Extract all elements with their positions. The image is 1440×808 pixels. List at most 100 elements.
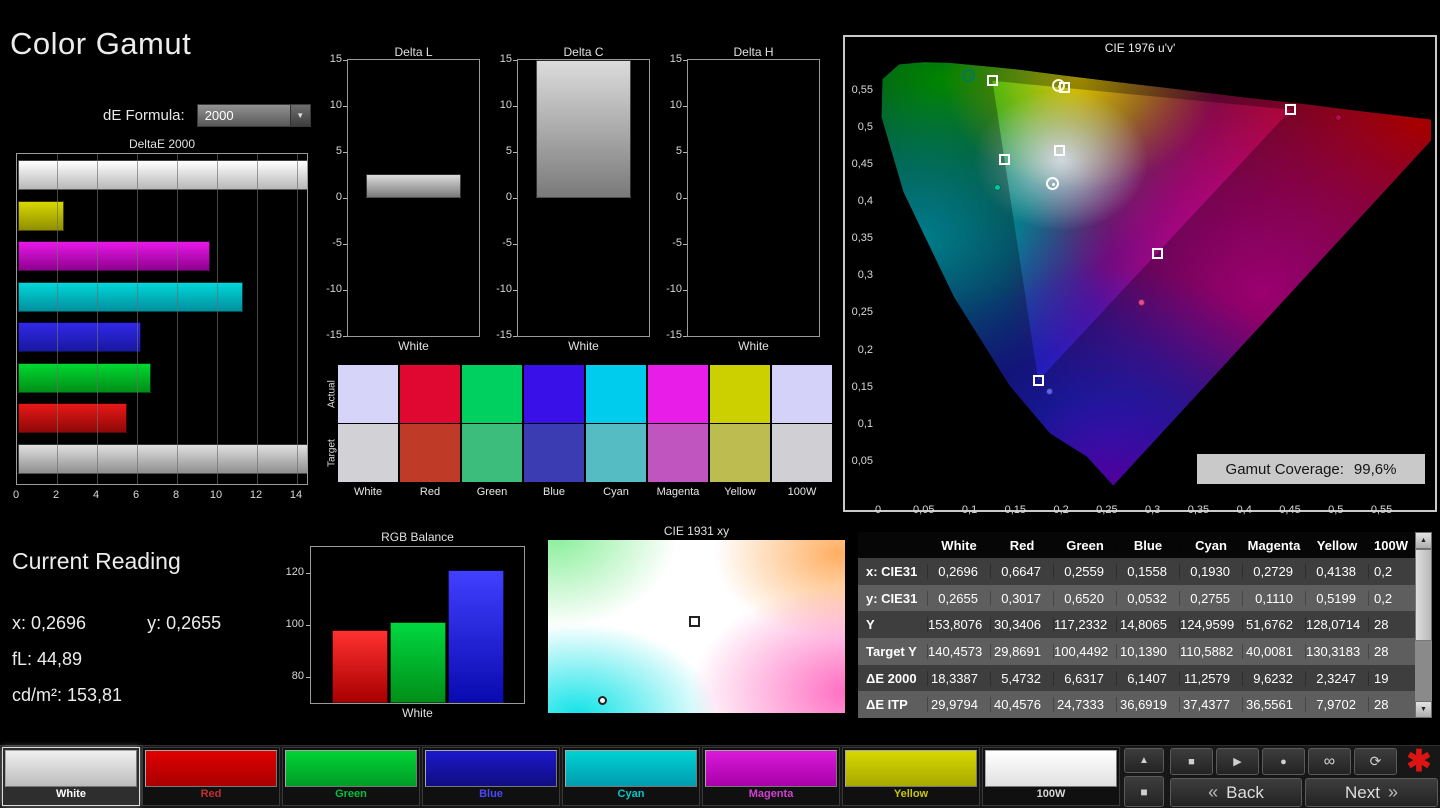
y-tick-mark xyxy=(343,244,347,245)
table-column-header: Cyan xyxy=(1180,537,1243,553)
measured-marker-white xyxy=(1046,177,1060,191)
delta-l-title: Delta L xyxy=(394,45,433,59)
table-row-header: Target Y xyxy=(858,643,928,659)
v-axis-tick-label: 0,55 xyxy=(851,83,873,96)
measured-marker-yellow xyxy=(1051,78,1065,92)
table-cell: 24,7333 xyxy=(1054,697,1117,713)
table-cell: 40,0081 xyxy=(1243,643,1306,659)
u-axis-tick-label: 0,4 xyxy=(1236,504,1252,516)
measured-marker-magenta xyxy=(1138,298,1146,306)
table-cell: 140,4573 xyxy=(928,643,991,659)
y-tick-label: 80 xyxy=(291,670,304,682)
measure-once-button[interactable]: ● xyxy=(1262,748,1305,775)
collapse-panel-button[interactable]: ▲ xyxy=(1124,748,1164,773)
patch-tab-green[interactable]: Green xyxy=(282,747,420,806)
delta-h-title: Delta H xyxy=(733,45,774,59)
y-tick-mark xyxy=(513,60,517,61)
de-formula-row: dE Formula: 2000 ▼ xyxy=(103,104,311,127)
table-scrollbar[interactable]: ▲ ▼ xyxy=(1415,532,1432,718)
patch-tab-magenta[interactable]: Magenta xyxy=(702,747,840,806)
next-button[interactable]: Next » xyxy=(1305,778,1438,807)
patch-tab-white[interactable]: White xyxy=(2,747,140,806)
table-cell: 9,6232 xyxy=(1243,670,1306,686)
patch-tab-100w[interactable]: 100W xyxy=(982,747,1120,806)
table-column-header: Yellow xyxy=(1306,537,1369,553)
y-tick-mark xyxy=(306,573,310,574)
pattern-window-button[interactable]: ■ xyxy=(1124,776,1164,807)
y-tick-label: -5 xyxy=(672,237,682,249)
patch-tab-label: Cyan xyxy=(617,788,645,800)
measured-marker-center xyxy=(968,75,972,79)
patch-color-100w xyxy=(985,750,1117,787)
cie-overlay: 0 0,05 0,1 0,15 0,2 0,25 0,3 0,35 0,4 0,45 0,5 0,55… xyxy=(845,37,1435,516)
deltae-bar-magenta xyxy=(18,241,211,271)
patch-tab-cyan[interactable]: Cyan xyxy=(562,747,700,806)
back-button-label: Back xyxy=(1226,782,1264,802)
current-reading-fl: fL: 44,89 xyxy=(12,649,83,669)
stop-button[interactable]: ■ xyxy=(1170,748,1213,775)
y-tick-mark xyxy=(683,60,687,61)
patch-tab-yellow[interactable]: Yellow xyxy=(842,747,980,806)
table-cell: 37,4377 xyxy=(1180,697,1243,713)
current-reading-xy: x: 0,2696 y: 0,2655 xyxy=(12,613,221,634)
table-cell: 0,1558 xyxy=(1117,563,1180,579)
v-axis-tick-label: 0,5 xyxy=(857,120,873,133)
v-axis-tick-label: 0,35 xyxy=(851,232,873,245)
square-marker xyxy=(688,616,700,628)
scrollbar-thumb[interactable] xyxy=(1415,549,1432,641)
back-button[interactable]: « Back xyxy=(1170,778,1302,807)
de-formula-value: 2000 xyxy=(204,108,234,123)
y-tick-label: 15 xyxy=(669,53,682,65)
play-button[interactable]: ▶ xyxy=(1216,748,1259,775)
patch-tab-label: White xyxy=(56,788,86,800)
x-tick-label: 0 xyxy=(12,489,20,501)
v-axis-tick-label: 0,3 xyxy=(857,269,873,282)
table-column-header: Red xyxy=(991,537,1054,553)
measurement-table-rows: White Red Green Blue Cyan Magenta Yellow 100W x:… xyxy=(858,532,1432,718)
deltae-bar-blue xyxy=(18,322,141,352)
u-axis-tick-label: 0,55 xyxy=(1370,504,1393,516)
measuring-indicator-icon: ✱ xyxy=(1406,745,1432,778)
actual-target-swatch-strip: Actual Target White Red Green Blue Cyan Magen… xyxy=(325,358,837,504)
table-cell: 0,2655 xyxy=(928,590,991,606)
scrollbar-down-button[interactable]: ▼ xyxy=(1415,701,1432,718)
de-formula-dropdown[interactable]: 2000 ▼ xyxy=(196,104,311,127)
infinity-icon: ∞ xyxy=(1323,752,1336,770)
target-marker-magenta xyxy=(1151,247,1163,259)
patch-color-red xyxy=(145,750,277,787)
current-reading-title: Current Reading xyxy=(12,548,181,574)
deltae-bar-green xyxy=(18,362,151,393)
grid-line xyxy=(57,154,58,484)
table-row-header: y: CIE31 xyxy=(858,590,928,606)
swatch-label-100w: 100W xyxy=(787,486,817,498)
loop-button[interactable]: ⟳ xyxy=(1354,748,1397,775)
current-reading-x: x: 0,2696 xyxy=(12,613,87,633)
target-marker-red xyxy=(1285,104,1297,116)
y-tick-mark xyxy=(513,336,517,337)
measurement-table: White Red Green Blue Cyan Magenta Yellow 100W x:… xyxy=(858,532,1432,718)
scrollbar-up-button[interactable]: ▲ xyxy=(1415,532,1432,549)
grid-line xyxy=(97,154,98,484)
table-cell: 2,3247 xyxy=(1306,670,1369,686)
deltae2000-chart xyxy=(16,153,308,485)
measured-marker-blue xyxy=(1045,387,1053,395)
table-cell: 18,3387 xyxy=(928,670,991,686)
cie1976-diagram: CIE 1976 u'v' 0 0,05 0,1 0,15 0,2 0,25 0… xyxy=(843,35,1437,516)
y-tick-mark xyxy=(343,336,347,337)
patch-tab-red[interactable]: Red xyxy=(142,747,280,806)
table-cell: 11,2579 xyxy=(1180,670,1243,686)
patch-tab-blue[interactable]: Blue xyxy=(422,747,560,806)
v-axis-tick-label: 0,25 xyxy=(851,306,873,319)
stop-icon: ■ xyxy=(1188,755,1195,768)
record-icon: ● xyxy=(1280,755,1287,768)
rgb-balance-title: RGB Balance xyxy=(381,530,454,544)
delta-c-chart xyxy=(517,59,650,337)
table-cell: 36,6919 xyxy=(1117,697,1180,713)
y-tick-mark xyxy=(513,244,517,245)
y-tick-label: 0 xyxy=(335,191,342,203)
y-tick-mark xyxy=(683,336,687,337)
swatch-label-green: Green xyxy=(476,486,508,498)
measured-marker-cyan xyxy=(993,183,1001,191)
continuous-measure-button[interactable]: ∞ xyxy=(1308,748,1351,775)
table-cell: 110,5882 xyxy=(1180,643,1243,659)
